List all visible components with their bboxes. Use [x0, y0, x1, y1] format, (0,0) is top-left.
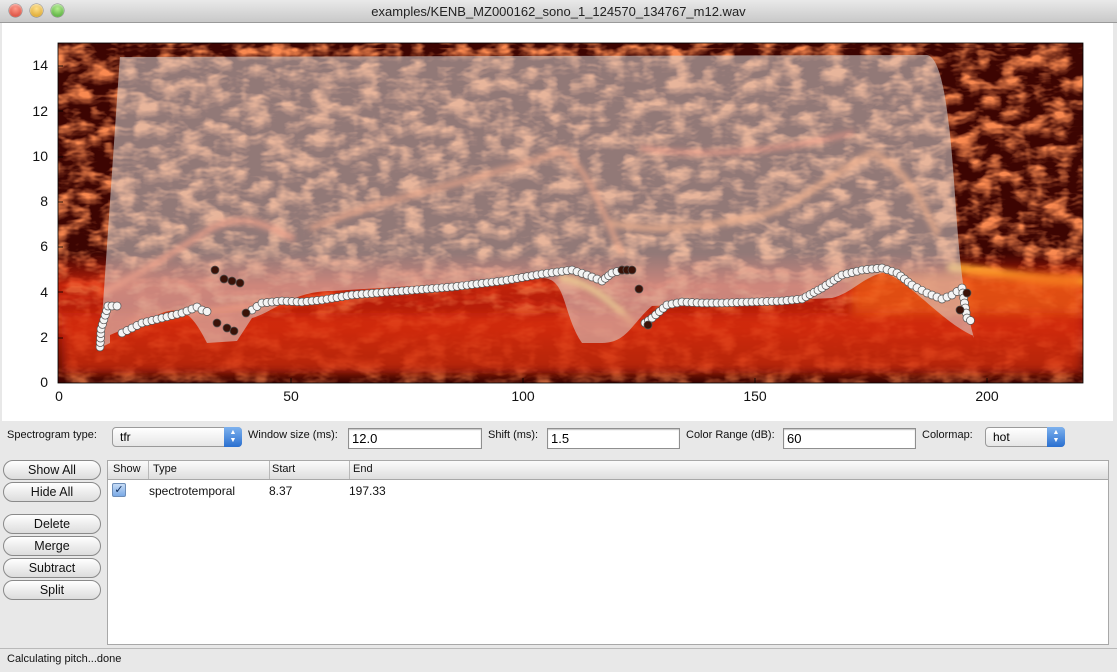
column-header-end[interactable]: End — [353, 463, 373, 475]
shift-label: Shift (ms): — [488, 429, 539, 441]
x-tick-label: 150 — [743, 388, 767, 404]
window-size-label: Window size (ms): — [248, 429, 338, 441]
x-tick-label: 50 — [283, 388, 299, 404]
y-tick-label: 2 — [40, 329, 48, 345]
window-size-input[interactable]: 12.0 — [348, 428, 482, 449]
x-tick-label: 200 — [975, 388, 999, 404]
row-end: 197.33 — [349, 484, 386, 498]
y-tick-label: 0 — [40, 374, 48, 390]
spectrogram-svg[interactable]: 0 2 4 6 8 10 12 14 0 50 100 150 200 — [2, 23, 1113, 421]
column-divider[interactable] — [148, 461, 149, 479]
pitch-point — [202, 307, 212, 316]
spectrogram-controls: Spectrogram type: tfr ▲ ▼ Window size (ms… — [0, 424, 1117, 454]
spectrogram-plot[interactable]: 0 2 4 6 8 10 12 14 0 50 100 150 200 — [2, 23, 1113, 421]
status-bar: Calculating pitch...done — [0, 648, 1117, 672]
y-tick-label: 8 — [40, 193, 48, 209]
pitch-point — [219, 274, 229, 284]
y-tick-label: 6 — [40, 238, 48, 254]
window-title: examples/KENB_MZ000162_sono_1_124570_134… — [371, 4, 746, 19]
column-header-type[interactable]: Type — [153, 463, 177, 475]
x-tick-label: 100 — [511, 388, 535, 404]
column-header-show[interactable]: Show — [113, 463, 141, 475]
colormap-select[interactable]: hot ▲ ▼ — [985, 427, 1065, 447]
merge-button[interactable]: Merge — [3, 536, 101, 556]
x-tick-label: 0 — [55, 388, 63, 404]
pitch-point — [235, 278, 245, 288]
pitch-point — [112, 301, 122, 311]
table-header: Show Type Start End — [108, 461, 1108, 480]
show-checkbox[interactable]: ✓ — [112, 483, 126, 497]
pitch-point — [955, 305, 965, 315]
pitch-point — [962, 288, 972, 298]
column-divider[interactable] — [269, 461, 270, 479]
hide-all-button[interactable]: Hide All — [3, 482, 101, 502]
y-axis: 0 2 4 6 8 10 12 14 — [32, 57, 48, 390]
window-titlebar: examples/KENB_MZ000162_sono_1_124570_134… — [0, 0, 1117, 23]
delete-button[interactable]: Delete — [3, 514, 101, 534]
colormap-label: Colormap: — [922, 429, 973, 441]
y-tick-label: 4 — [40, 284, 48, 300]
pitch-point — [627, 265, 637, 275]
status-text: Calculating pitch...done — [7, 653, 122, 665]
row-type: spectrotemporal — [149, 484, 236, 498]
shift-input[interactable]: 1.5 — [547, 428, 680, 449]
column-header-start[interactable]: Start — [272, 463, 295, 475]
pitch-point — [212, 318, 222, 328]
split-button[interactable]: Split — [3, 580, 101, 600]
select-arrows-icon: ▲ ▼ — [224, 427, 242, 447]
show-all-button[interactable]: Show All — [3, 460, 101, 480]
pitch-point — [241, 308, 251, 318]
pitch-point — [229, 326, 239, 336]
pitch-point — [966, 316, 975, 325]
y-tick-label: 12 — [32, 103, 48, 119]
colormap-value: hot — [993, 430, 1010, 444]
row-start: 8.37 — [269, 484, 293, 498]
spectrogram-type-value: tfr — [120, 430, 131, 444]
pitch-point — [210, 265, 220, 275]
select-arrows-icon: ▲ ▼ — [1047, 427, 1065, 447]
x-axis: 0 50 100 150 200 — [55, 388, 999, 404]
pitch-point — [227, 276, 237, 286]
regions-table[interactable]: Show Type Start End ✓ spectrotemporal 8.… — [107, 460, 1109, 645]
subtract-button[interactable]: Subtract — [3, 558, 101, 578]
spectrogram-type-label: Spectrogram type: — [7, 429, 97, 441]
pitch-point — [634, 284, 644, 294]
pitch-point — [643, 320, 653, 330]
y-tick-label: 10 — [32, 148, 48, 164]
y-tick-label: 14 — [32, 57, 48, 73]
color-range-label: Color Range (dB): — [686, 429, 775, 441]
spectrogram-type-select[interactable]: tfr ▲ ▼ — [112, 427, 242, 447]
column-divider[interactable] — [349, 461, 350, 479]
color-range-input[interactable]: 60 — [783, 428, 916, 449]
